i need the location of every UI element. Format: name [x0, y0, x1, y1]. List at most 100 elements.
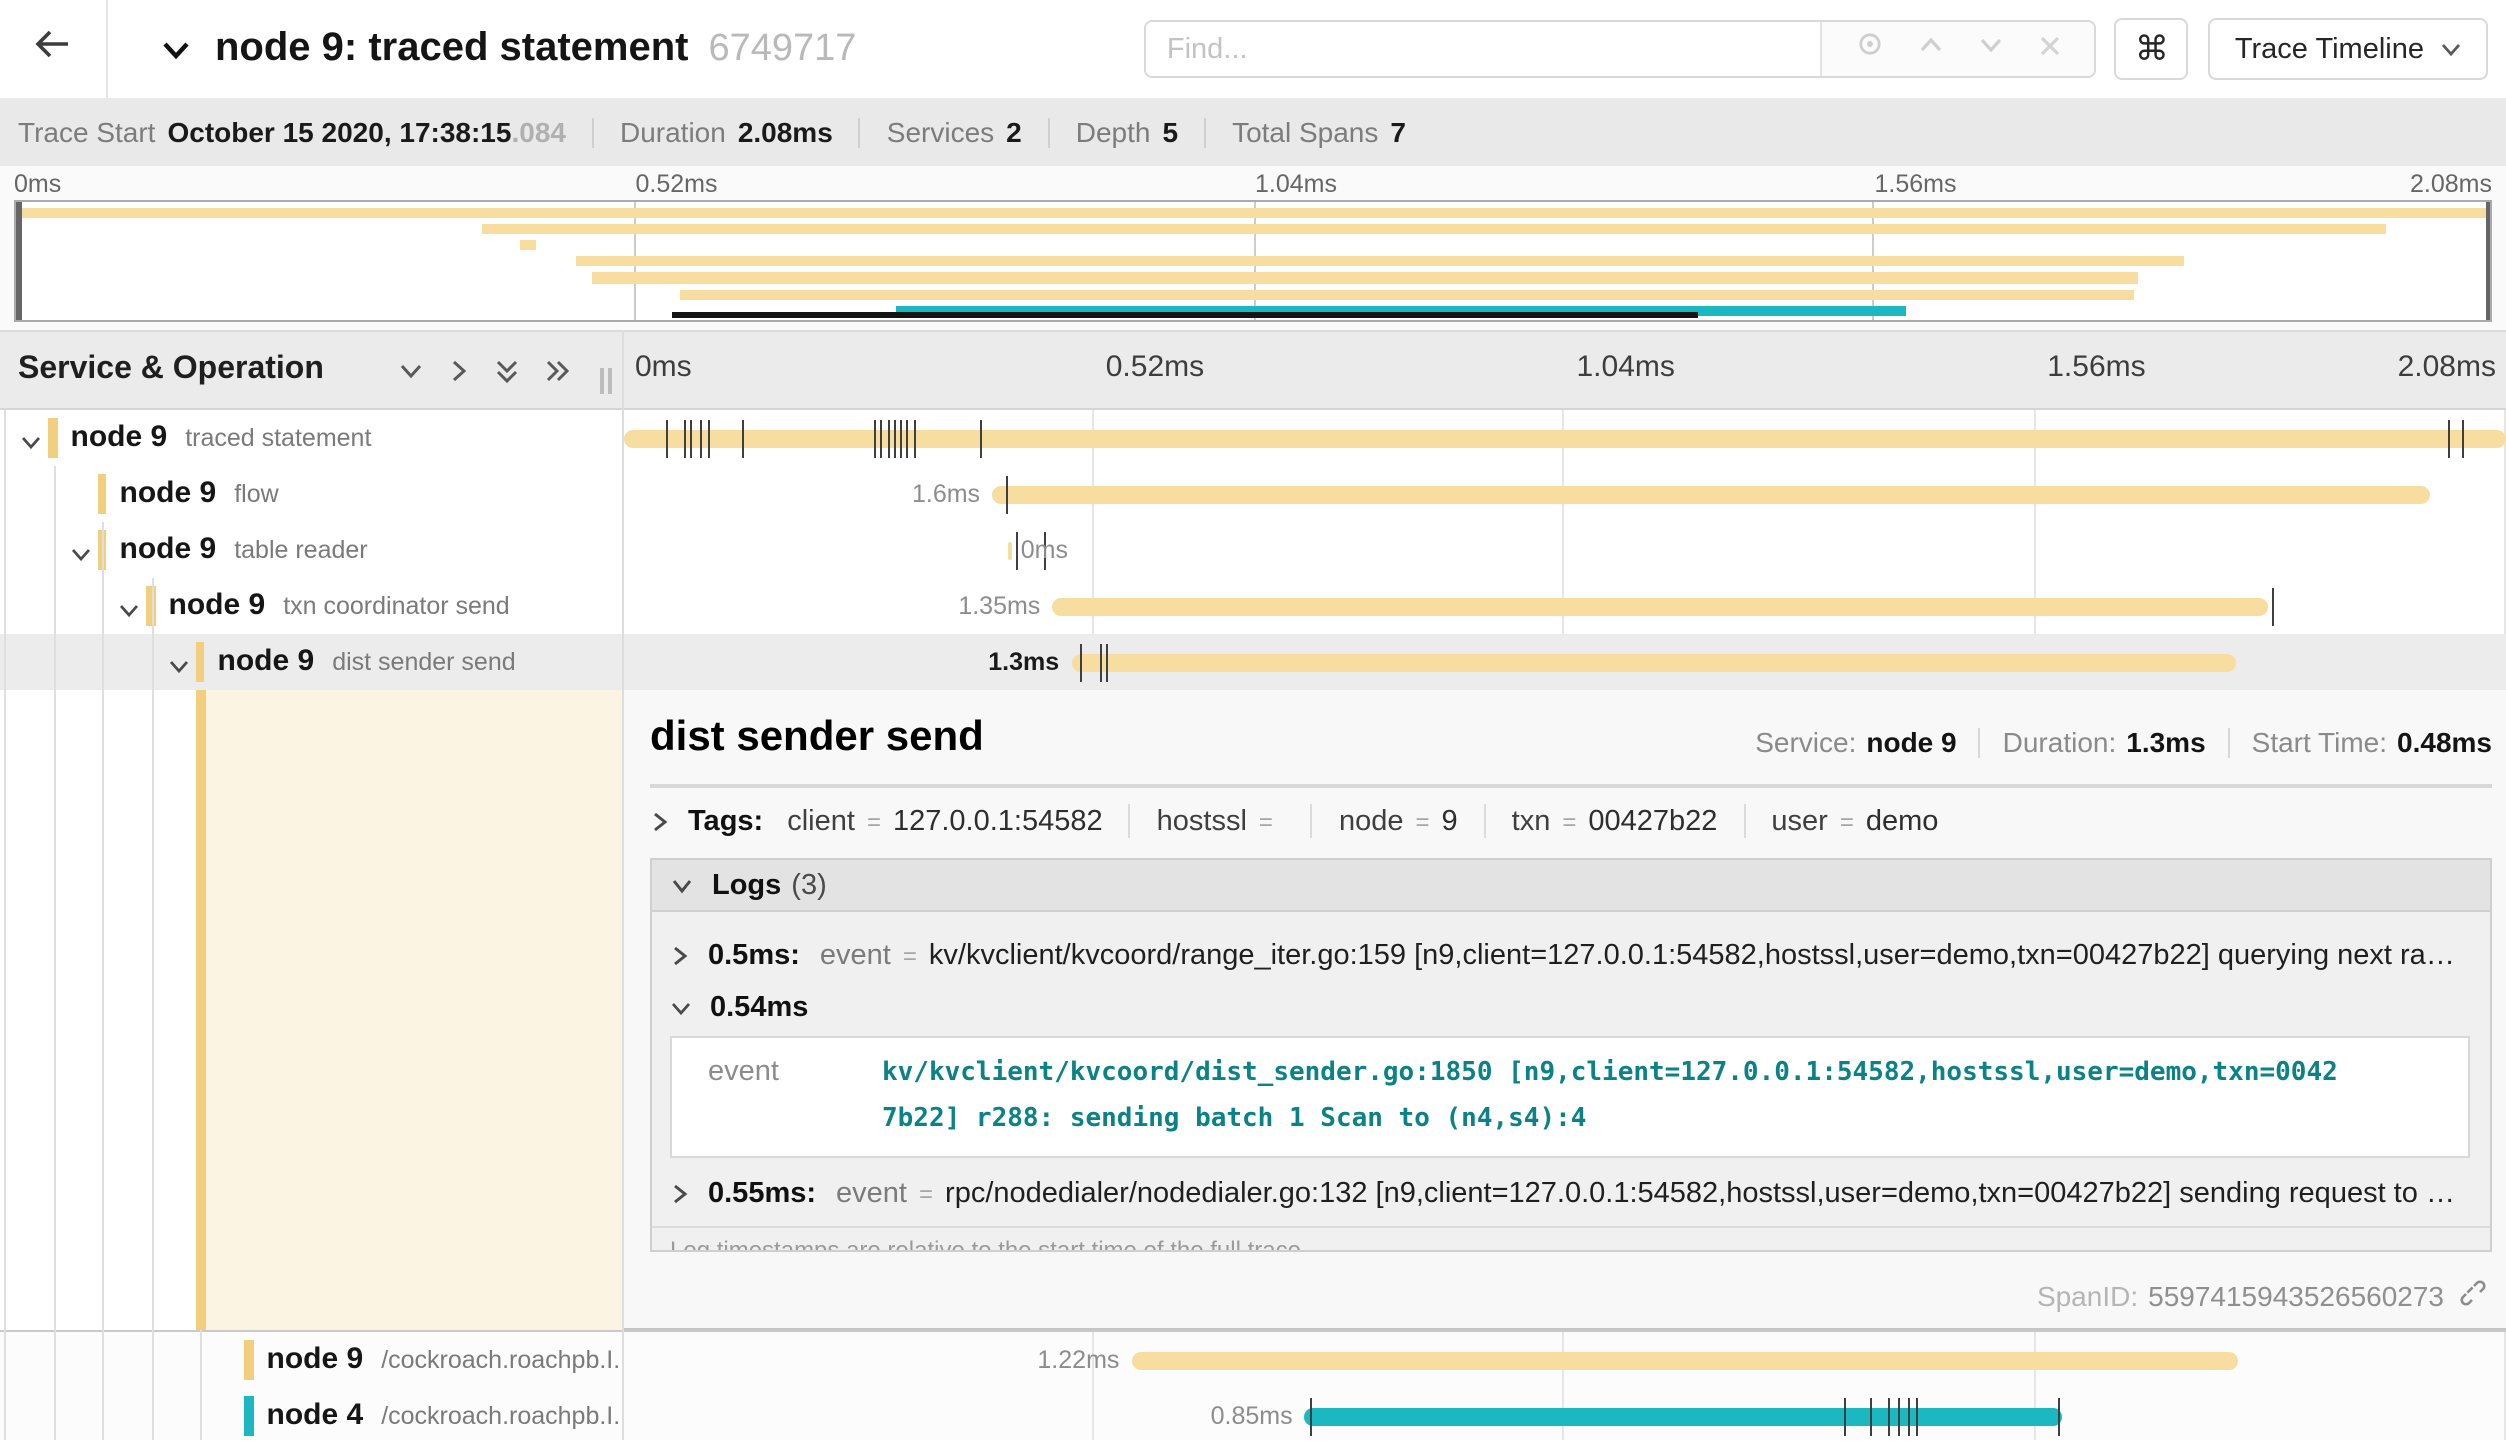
- expand-all-icon[interactable]: [541, 357, 571, 383]
- service-name: node 9dist sender send: [218, 634, 516, 690]
- span-timeline-cell[interactable]: 1.3ms: [623, 634, 2506, 690]
- span-timeline-cell[interactable]: [623, 410, 2506, 466]
- span-timeline-cell[interactable]: 1.6ms: [623, 466, 2506, 522]
- log-marker-tick: [1017, 531, 1019, 569]
- clear-search-icon[interactable]: [2038, 31, 2062, 67]
- tag-separator: [1311, 804, 1313, 838]
- span-row[interactable]: node 9table reader0ms: [0, 522, 2506, 578]
- column-divider[interactable]: [622, 330, 624, 1439]
- service-name: node 9/cockroach.roachpb.I...: [267, 1332, 624, 1388]
- span-timeline-cell[interactable]: 1.35ms: [623, 578, 2506, 634]
- log-key: event: [820, 940, 891, 972]
- column-resize-grip[interactable]: [595, 367, 611, 393]
- operation-name: txn coordinator send: [283, 592, 510, 620]
- timeline-tick-label: 0ms: [635, 350, 692, 384]
- log-entry-expanded-header[interactable]: 0.54ms: [652, 984, 2490, 1032]
- tags-row[interactable]: Tags: client=127.0.0.1:54582hostssl=node…: [650, 790, 2492, 852]
- back-button[interactable]: [0, 0, 107, 98]
- row-collapse-toggle[interactable]: [118, 596, 140, 632]
- tag-equals: =: [867, 807, 881, 835]
- tag-equals: =: [1259, 807, 1273, 835]
- log-equals: =: [919, 1180, 933, 1208]
- span-detail-panel: dist sender send Service:node 9 Duration…: [623, 690, 2506, 1330]
- minimap-axis-label: 0.52ms: [636, 170, 718, 198]
- view-mode-dropdown[interactable]: Trace Timeline: [2209, 18, 2488, 80]
- link-icon[interactable]: [2458, 1278, 2488, 1314]
- collapse-controls: [375, 355, 571, 385]
- logs-body: 0.5ms:event=kv/kvclient/kvcoord/range_it…: [652, 932, 2490, 1218]
- trace-title-group: node 9: traced statement 6749717: [159, 26, 856, 72]
- operation-name: traced statement: [185, 424, 371, 452]
- depth-value: 5: [1162, 116, 1178, 148]
- span-duration-bar[interactable]: [1131, 1351, 2238, 1369]
- span-row[interactable]: node 9txn coordinator send 1.35ms: [0, 578, 2506, 634]
- services-label: Services: [887, 116, 994, 148]
- span-timeline-cell[interactable]: 0.85ms: [623, 1388, 2506, 1444]
- span-tree-cell: node 9txn coordinator send: [0, 578, 623, 634]
- span-timeline-cell[interactable]: 1.22ms: [623, 1332, 2506, 1388]
- timeline-tick-label: 1.56ms: [2047, 350, 2145, 384]
- detail-divider: [650, 784, 2492, 788]
- keyboard-shortcuts-button[interactable]: ⌘: [2115, 18, 2189, 80]
- log-entry-collapsed[interactable]: 0.5ms:event=kv/kvclient/kvcoord/range_it…: [652, 932, 2490, 980]
- row-collapse-toggle[interactable]: [20, 428, 42, 464]
- log-marker-tick: [1907, 1397, 1909, 1435]
- logs-header[interactable]: Logs (3): [652, 860, 2490, 912]
- log-timestamp: 0.5ms:: [708, 940, 800, 972]
- service-name: node 9traced statement: [71, 410, 372, 466]
- log-marker-tick: [889, 419, 891, 457]
- minimap-axis-label: 0ms: [14, 170, 61, 198]
- span-duration-bar[interactable]: [1052, 597, 2268, 615]
- log-field-value: kv/kvclient/kvcoord/dist_sender.go:1850 …: [882, 1052, 2342, 1142]
- view-mode-label: Trace Timeline: [2235, 33, 2424, 65]
- chevron-down-icon[interactable]: [159, 33, 191, 65]
- log-timestamp: 0.55ms:: [708, 1178, 816, 1210]
- log-equals: =: [903, 942, 917, 970]
- chevron-down-icon: [670, 997, 692, 1019]
- total-spans-value: 7: [1390, 116, 1406, 148]
- prev-match-icon[interactable]: [1918, 31, 1944, 67]
- top-controls: ⌘ Trace Timeline: [1145, 18, 2488, 80]
- expand-one-icon[interactable]: [445, 357, 471, 383]
- find-input[interactable]: [1147, 22, 1821, 76]
- tag-value: 9: [1442, 805, 1458, 837]
- minimap-canvas[interactable]: [14, 200, 2492, 322]
- service-color-swatch: [245, 1396, 254, 1436]
- span-duration-bar[interactable]: [1305, 1407, 2062, 1425]
- log-marker-tick: [2058, 1397, 2060, 1435]
- span-row[interactable]: node 9traced statement: [0, 410, 2506, 466]
- log-marker-tick: [1081, 643, 1083, 681]
- collapse-one-icon[interactable]: [397, 357, 423, 383]
- service-value: node 9: [1866, 726, 1956, 758]
- span-duration-bar[interactable]: [1071, 653, 2237, 671]
- span-timeline-cell[interactable]: 0ms: [623, 522, 2506, 578]
- span-row[interactable]: node 9dist sender send 1.3ms: [0, 634, 2506, 690]
- next-match-icon[interactable]: [1978, 31, 2004, 67]
- log-marker-tick: [700, 419, 702, 457]
- duration-label: Duration: [620, 116, 726, 148]
- span-row[interactable]: node 4/cockroach.roachpb.I...0.85ms: [0, 1388, 2506, 1444]
- row-collapse-toggle[interactable]: [167, 652, 189, 688]
- locate-icon[interactable]: [1856, 30, 1884, 68]
- minimap-right-handle[interactable]: [2485, 202, 2490, 320]
- tag-value: 127.0.0.1:54582: [893, 805, 1103, 837]
- collapse-all-icon[interactable]: [493, 355, 519, 385]
- timeline-axis-ticks: 0ms0.52ms1.04ms1.56ms2.08ms: [623, 332, 2506, 408]
- minimap-span-bar: [679, 289, 2134, 300]
- trace-start-label: Trace Start: [18, 116, 155, 148]
- service-color-swatch: [49, 418, 58, 458]
- span-duration-label: 0.85ms: [1211, 1388, 1293, 1444]
- span-tree-cell: node 9traced statement: [0, 410, 623, 466]
- minimap-left-handle[interactable]: [16, 202, 21, 320]
- span-duration-label: 1.35ms: [958, 578, 1040, 634]
- row-collapse-toggle[interactable]: [69, 540, 91, 576]
- log-marker-tick: [2448, 419, 2450, 457]
- log-entry-collapsed[interactable]: 0.55ms:event=rpc/nodedialer/nodedialer.g…: [652, 1170, 2490, 1218]
- operation-name: table reader: [234, 536, 367, 564]
- span-duration-bar[interactable]: [992, 485, 2431, 503]
- minimap-axis-label: 2.08ms: [2410, 170, 2492, 198]
- tag-separator: [1743, 804, 1745, 838]
- span-row[interactable]: node 9/cockroach.roachpb.I...1.22ms: [0, 1332, 2506, 1388]
- span-duration-bar[interactable]: [1007, 541, 1013, 559]
- span-row[interactable]: node 9flow1.6ms: [0, 466, 2506, 522]
